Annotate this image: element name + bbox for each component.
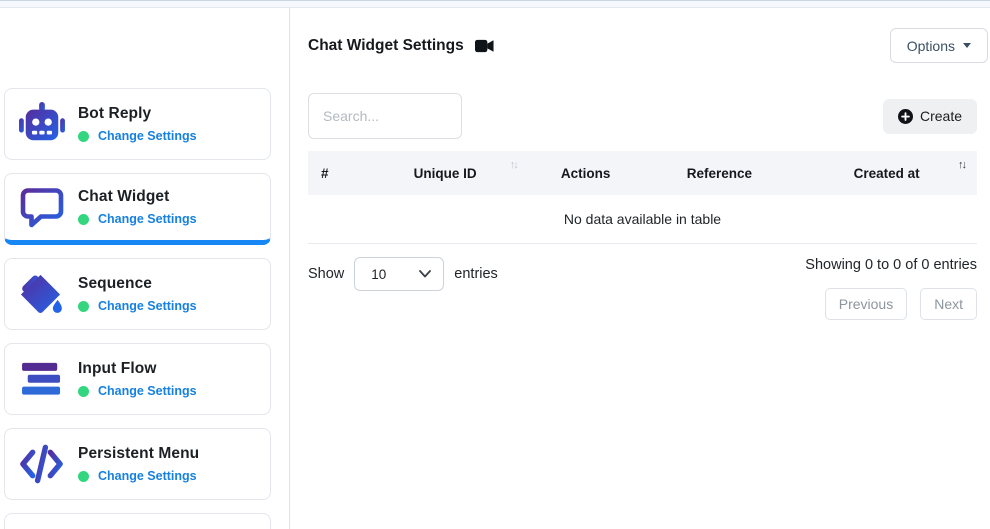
status-dot	[78, 386, 89, 397]
pagination: Previous Next	[825, 288, 977, 320]
page-length-control: Show 10 entries	[308, 257, 498, 291]
column-header-reference[interactable]: Reference	[642, 166, 796, 181]
create-button-label: Create	[920, 108, 962, 124]
change-settings-link[interactable]: Change Settings	[98, 384, 197, 398]
status-dot	[78, 214, 89, 225]
sidebar-item-label: Input Flow	[78, 360, 197, 378]
sidebar-item-partial[interactable]	[4, 513, 271, 529]
sidebar-logo-area	[0, 8, 289, 88]
sort-arrows-icon[interactable]: ↑↓	[958, 159, 965, 171]
video-camera-icon	[475, 39, 494, 53]
sidebar-item-label: Persistent Menu	[78, 445, 199, 463]
next-button[interactable]: Next	[920, 288, 977, 320]
sort-arrows-icon[interactable]: ↑↓	[510, 159, 517, 171]
column-header-actions[interactable]: Actions	[529, 166, 643, 181]
robot-icon	[18, 102, 65, 146]
table-info-text: Showing 0 to 0 of 0 entries	[805, 257, 977, 273]
column-header-created-at[interactable]: Created at ↑↓	[796, 166, 977, 181]
entries-label: entries	[454, 266, 498, 282]
table-empty-message: No data available in table	[308, 195, 977, 244]
code-icon	[18, 443, 65, 485]
create-button[interactable]: Create	[883, 99, 977, 134]
column-header-unique-id[interactable]: Unique ID ↑↓	[362, 166, 529, 181]
sidebar-item-label: Sequence	[78, 275, 197, 293]
sidebar-item-persistent-menu[interactable]: Persistent Menu Change Settings	[4, 428, 271, 500]
previous-button[interactable]: Previous	[825, 288, 907, 320]
page-length-value: 10	[371, 267, 386, 282]
app-window: Bot Reply Change Settings	[0, 0, 990, 529]
sidebar-item-sequence[interactable]: Sequence Change Settings	[4, 258, 271, 330]
sidebar-item-chat-widget[interactable]: Chat Widget Change Settings	[4, 173, 271, 245]
chat-bubble-icon	[18, 186, 65, 228]
change-settings-link[interactable]: Change Settings	[98, 299, 197, 313]
paint-bucket-icon	[18, 272, 65, 317]
top-accent-bar	[0, 0, 990, 8]
main-content: Chat Widget Settings Options	[290, 8, 990, 529]
change-settings-link[interactable]: Change Settings	[98, 129, 197, 143]
column-header-label: Unique ID	[414, 166, 477, 181]
status-dot	[78, 301, 89, 312]
sidebar-item-label: Chat Widget	[78, 188, 197, 206]
sidebar-item-bot-reply[interactable]: Bot Reply Change Settings	[4, 88, 271, 160]
table-header: # Unique ID ↑↓ Actions Reference Created…	[308, 151, 977, 195]
caret-down-icon	[963, 43, 971, 48]
options-button-label: Options	[907, 38, 955, 54]
sidebar-item-input-flow[interactable]: Input Flow Change Settings	[4, 343, 271, 415]
page-length-select[interactable]: 10	[354, 257, 444, 291]
data-table: # Unique ID ↑↓ Actions Reference Created…	[308, 151, 977, 244]
search-input[interactable]	[308, 93, 462, 139]
options-button[interactable]: Options	[890, 28, 988, 63]
show-label: Show	[308, 266, 344, 282]
status-dot	[78, 471, 89, 482]
change-settings-link[interactable]: Change Settings	[98, 469, 197, 483]
sidebar-item-label: Bot Reply	[78, 105, 197, 123]
column-header-number[interactable]: #	[308, 166, 362, 181]
change-settings-link[interactable]: Change Settings	[98, 212, 197, 226]
column-header-label: Created at	[854, 166, 920, 181]
plus-circle-icon	[898, 109, 913, 124]
list-bars-icon	[18, 360, 65, 398]
chevron-down-icon	[419, 270, 431, 278]
status-dot	[78, 131, 89, 142]
page-title: Chat Widget Settings	[308, 37, 464, 55]
sidebar: Bot Reply Change Settings	[0, 8, 290, 529]
